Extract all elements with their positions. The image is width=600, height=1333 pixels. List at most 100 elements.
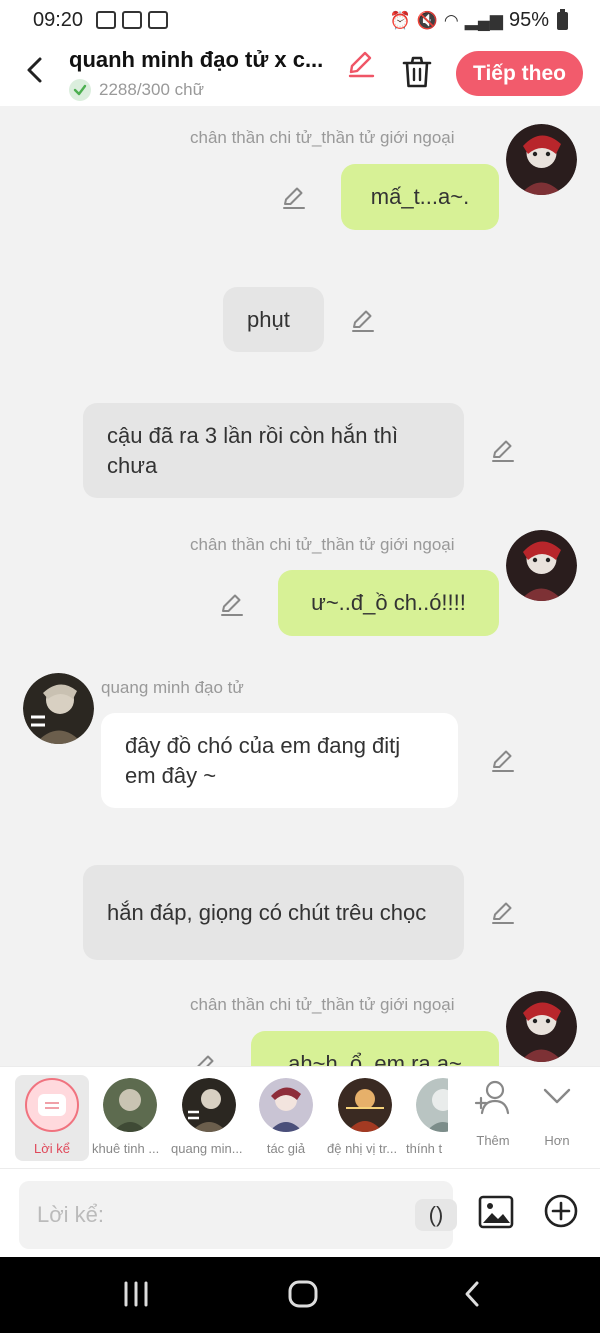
narration-icon [25, 1078, 79, 1132]
character-avatar [338, 1078, 392, 1132]
message-bubble[interactable]: ư~..đ_ồ ch..ó!!!! [278, 570, 499, 636]
battery-text: 95% [508, 9, 549, 31]
plus-circle-icon [544, 1194, 578, 1228]
sender-name: chân thần chi tử_thần tử giới ngoại [190, 995, 455, 1014]
home-icon [288, 1280, 318, 1308]
add-label: Thêm [476, 1133, 510, 1148]
mute-icon: 🔇 [416, 10, 438, 30]
trash-icon [402, 56, 432, 88]
narration-bubble[interactable]: hắn đáp, giọng có chút trêu chọc [83, 865, 464, 960]
edit-message-button[interactable] [490, 747, 516, 773]
message-text: đây đồ chó của em đang đitj em đây ~ [125, 732, 401, 788]
recent-apps-icon [124, 1281, 148, 1307]
avatar[interactable] [23, 673, 94, 744]
message-text: hắn đáp, giọng có chút trêu chọc [107, 899, 427, 925]
message-text: cậu đã ra 3 lần rồi còn hắn thì chưa [107, 422, 399, 478]
chevron-down-icon [543, 1088, 571, 1104]
video-icon [148, 11, 168, 29]
avatar[interactable] [506, 530, 577, 601]
character-avatar [182, 1078, 236, 1132]
character-item[interactable]: thính t [406, 1067, 448, 1169]
edit-message-button[interactable] [219, 591, 245, 617]
check-icon [69, 79, 91, 101]
more-label: Hơn [544, 1133, 570, 1148]
character-avatar [103, 1078, 157, 1132]
message-text: ư~..đ_ồ ch..ó!!!! [311, 590, 466, 615]
image-icon [478, 1195, 514, 1229]
character-label: tác giả [266, 1141, 306, 1156]
edit-title-button[interactable] [346, 48, 376, 78]
word-count: 2288/300 chữ [99, 80, 204, 99]
pencil-icon [492, 750, 514, 772]
gallery-icon [96, 11, 116, 29]
avatar[interactable] [506, 124, 577, 195]
narration-bubble[interactable]: phụt [223, 287, 324, 352]
more-button[interactable]: Hơn [530, 1067, 584, 1169]
avatar[interactable] [506, 991, 577, 1062]
signal-icon: ▂▄▆ [464, 10, 503, 30]
narration-input[interactable] [37, 1195, 397, 1235]
character-label: đệ nhị vị tr... [327, 1141, 398, 1156]
message-bubble[interactable]: đây đồ chó của em đang đitj em đây ~ [101, 713, 458, 808]
message-text: ah~h..ổ..em ra a~ [288, 1051, 462, 1066]
alarm-icon: ⏰ [389, 10, 411, 30]
edit-message-button[interactable] [490, 437, 516, 463]
input-box: () [19, 1181, 457, 1249]
edit-message-button[interactable] [192, 1052, 218, 1066]
character-item[interactable]: quang min... [170, 1067, 250, 1169]
story-title[interactable]: quanh minh đạo tử x c... [69, 47, 323, 73]
message-bubble[interactable]: ah~h..ổ..em ra a~ [251, 1031, 499, 1066]
status-bar: 09:20 ⏰ 🔇 ◠ ▂▄▆ 95% [0, 0, 600, 42]
pencil-icon [197, 1055, 214, 1066]
recent-apps-button[interactable] [122, 1279, 150, 1314]
header: quanh minh đạo tử x c... 2288/300 chữ Ti… [0, 42, 600, 106]
home-button[interactable] [287, 1279, 319, 1314]
chevron-left-icon [27, 57, 42, 83]
system-back-button[interactable] [461, 1279, 483, 1314]
wifi-icon: ◠ [443, 10, 459, 30]
sender-name: chân thần chi tử_thần tử giới ngoại [190, 535, 455, 554]
character-item[interactable]: khuê tinh ... [92, 1067, 170, 1169]
edit-message-button[interactable] [350, 307, 376, 333]
add-person-icon [474, 1080, 510, 1115]
activity-icon [122, 11, 142, 29]
notification-icons [96, 11, 168, 29]
edit-message-button[interactable] [490, 899, 516, 925]
pencil-icon [348, 51, 375, 78]
pencil-icon [221, 594, 243, 616]
delete-button[interactable] [401, 55, 433, 89]
character-label: thính t [406, 1141, 443, 1156]
sender-name: quang minh đạo tử [101, 678, 244, 697]
word-count-row: 2288/300 chữ [69, 79, 204, 101]
status-time: 09:20 [33, 9, 84, 31]
next-button[interactable]: Tiếp theo [456, 51, 583, 96]
pencil-icon [352, 310, 374, 332]
narration-bubble[interactable]: cậu đã ra 3 lần rồi còn hắn thì chưa [83, 403, 464, 498]
message-text: mấ_t...a~. [370, 184, 470, 209]
pencil-icon [283, 187, 305, 209]
system-nav-bar [0, 1257, 600, 1333]
parentheses-button[interactable]: () [415, 1199, 457, 1231]
pencil-icon [492, 902, 514, 924]
character-label: quang min... [171, 1141, 243, 1156]
character-avatar [259, 1078, 313, 1132]
character-avatar [416, 1078, 448, 1132]
chat-area[interactable]: chân thần chi tử_thần tử giới ngoại mấ_t… [0, 106, 600, 1066]
character-label: khuê tinh ... [92, 1141, 160, 1156]
battery-icon [557, 8, 568, 30]
message-text: phụt [247, 306, 290, 332]
edit-message-button[interactable] [281, 184, 307, 210]
status-right: ⏰ 🔇 ◠ ▂▄▆ 95% [389, 8, 568, 32]
sender-name: chân thần chi tử_thần tử giới ngoại [190, 128, 455, 147]
image-button[interactable] [477, 1193, 515, 1231]
message-bubble[interactable]: mấ_t...a~. [341, 164, 499, 230]
narrator-tab[interactable]: Lời kể [15, 1075, 89, 1161]
character-item[interactable]: tác giả [251, 1067, 321, 1169]
character-tray: Lời kể khuê tinh ... quang min... tác gi… [0, 1066, 600, 1168]
character-item[interactable]: đệ nhị vị tr... [324, 1067, 406, 1169]
add-character-button[interactable]: Thêm [462, 1067, 524, 1169]
back-arrow-icon [465, 1281, 479, 1307]
add-button[interactable] [543, 1193, 579, 1229]
input-area: () [0, 1168, 600, 1257]
back-button[interactable] [20, 54, 50, 86]
